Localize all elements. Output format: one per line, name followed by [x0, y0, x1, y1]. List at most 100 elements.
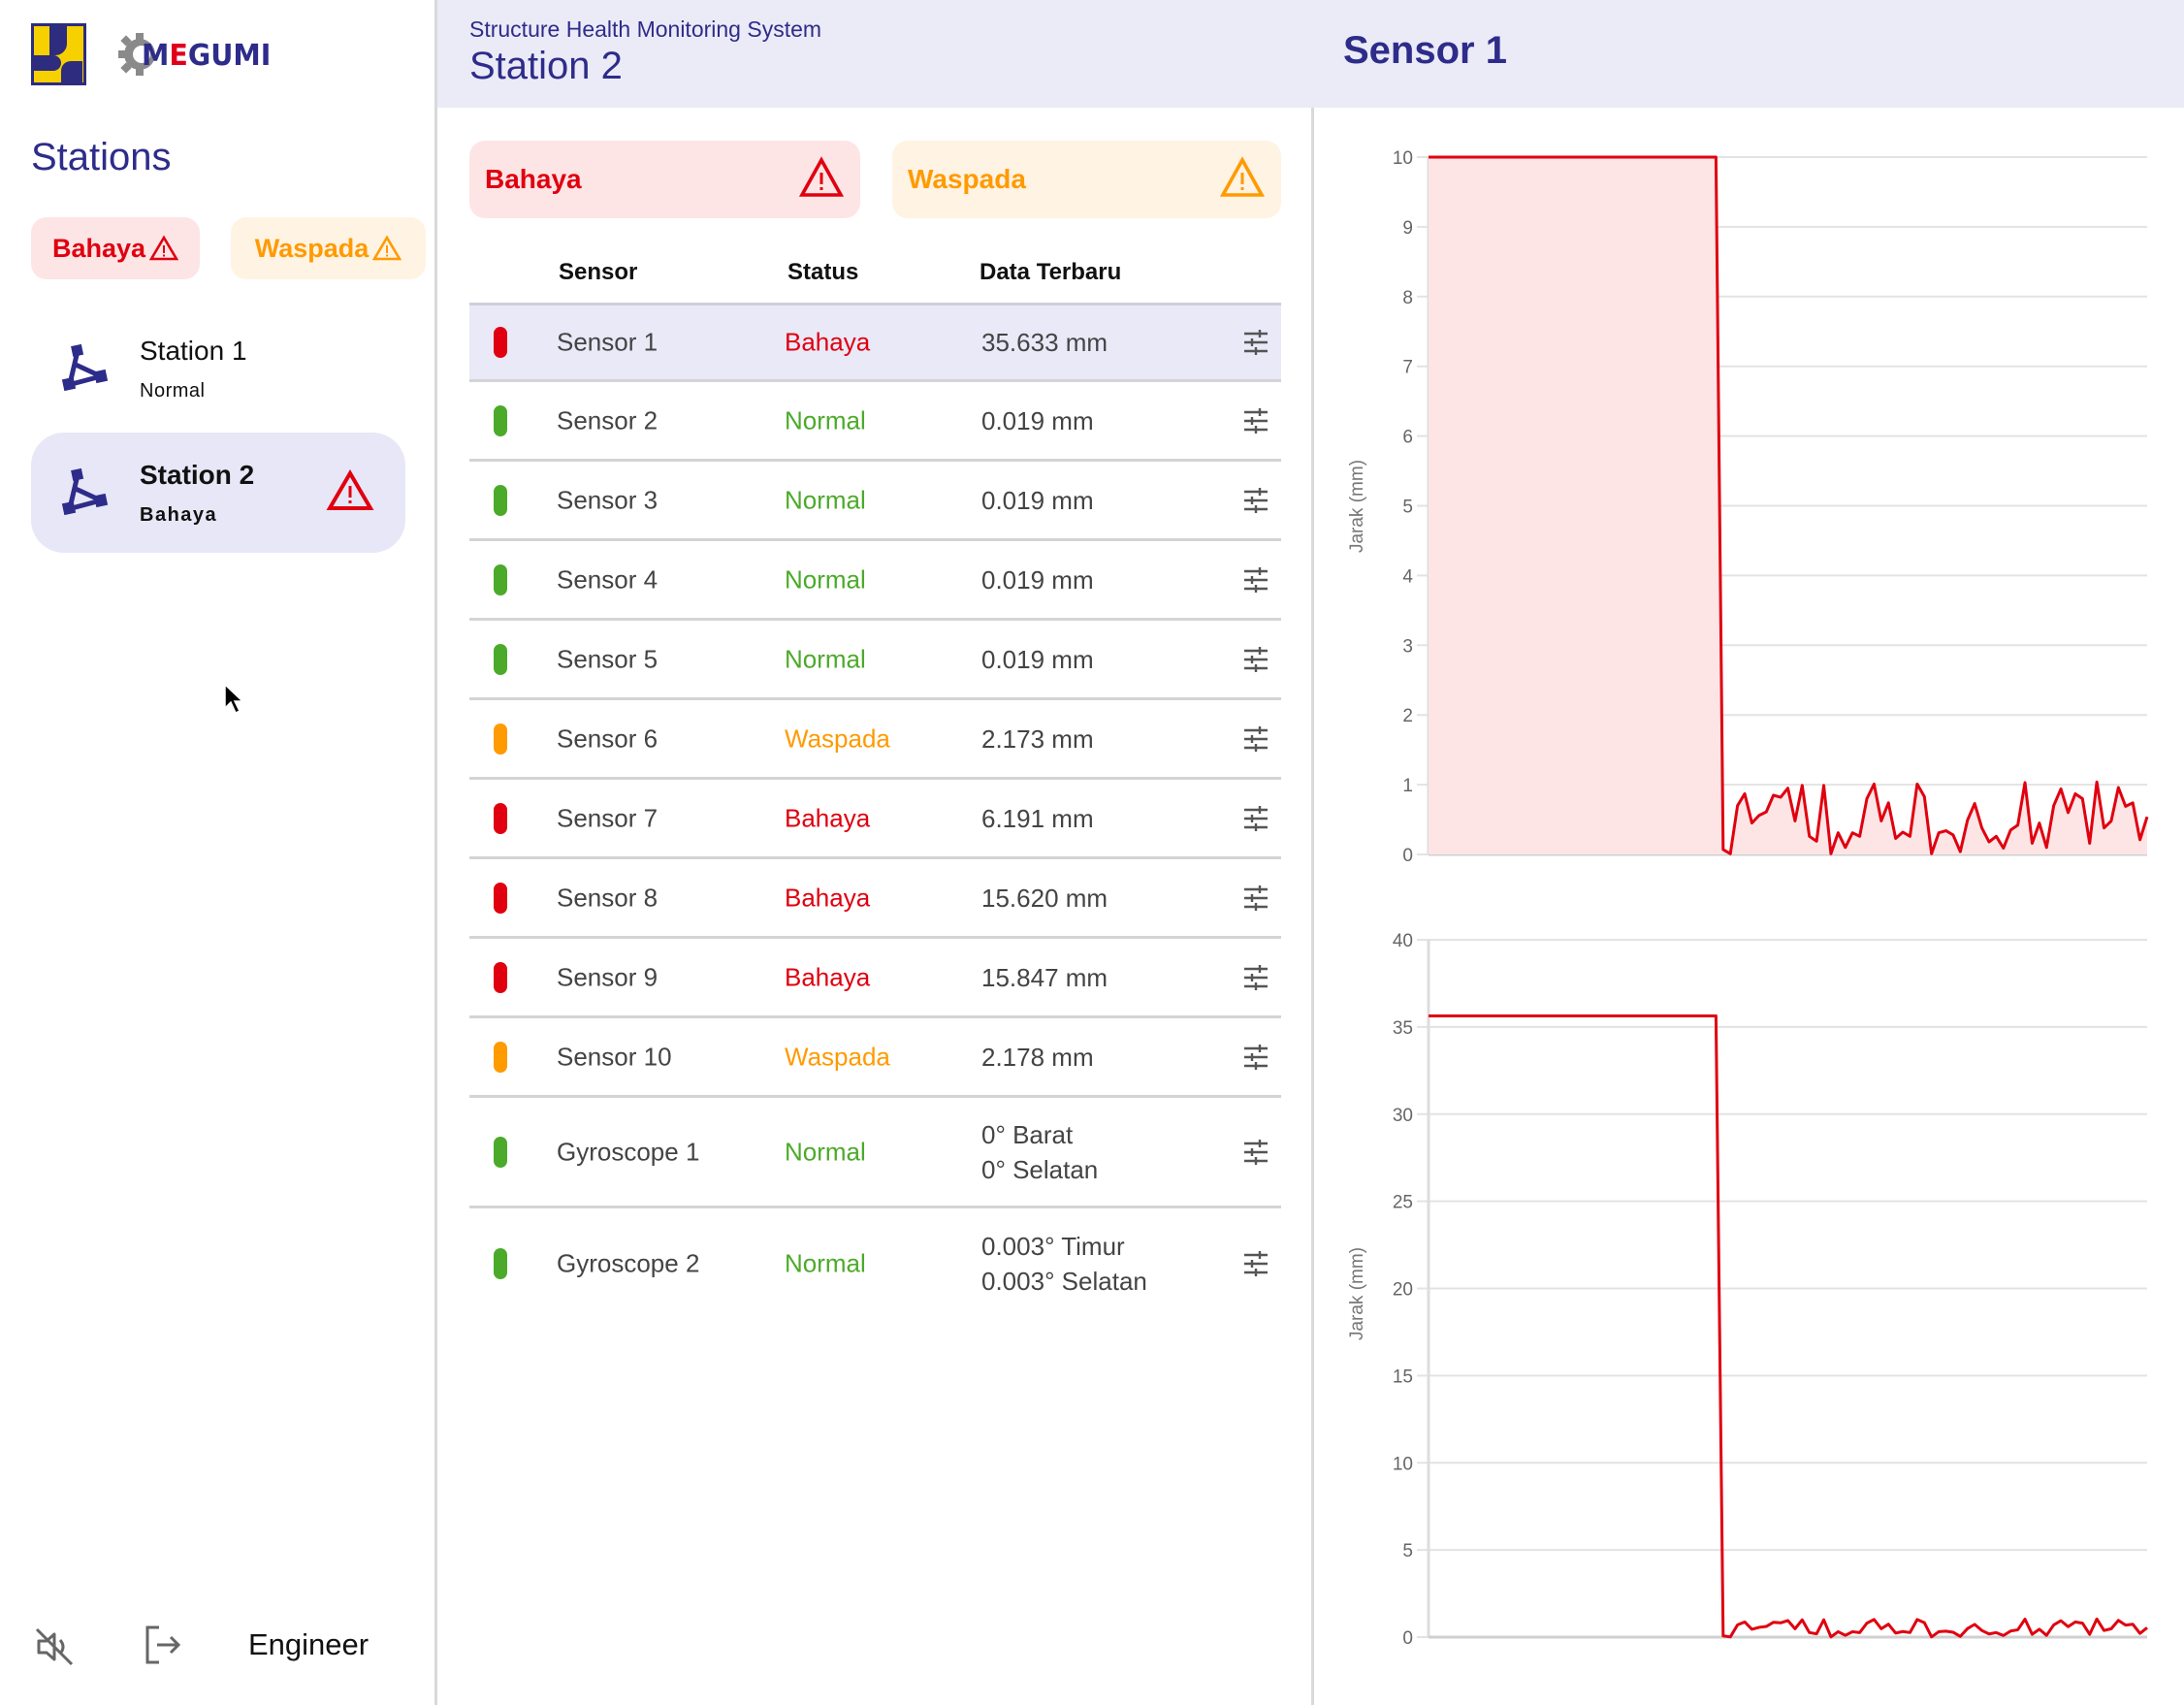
volume-off-icon[interactable] [33, 1625, 76, 1668]
warning-triangle-icon [372, 235, 402, 261]
tune-sliders-icon[interactable] [1242, 1139, 1269, 1165]
tune-sliders-icon[interactable] [1242, 566, 1269, 593]
table-row[interactable]: Sensor 1 Bahaya 35.633 mm [469, 303, 1281, 382]
data-line: 0° Selatan [981, 1154, 1099, 1184]
tune-sliders-icon[interactable] [1242, 725, 1269, 752]
station-name: Station 1 [140, 336, 247, 366]
alert-banner-bahaya[interactable]: Bahaya [469, 141, 860, 218]
status-indicator [494, 1248, 507, 1279]
tune-sliders-icon[interactable] [1242, 885, 1269, 911]
banner-label: Waspada [908, 164, 1026, 194]
latest-data-value: 2.178 mm [981, 1040, 1094, 1075]
latest-data-value: 0.019 mm [981, 403, 1094, 438]
sensor-table-body: Sensor 1 Bahaya 35.633 mm Sensor 2 Normal 0.0… [469, 303, 1281, 1319]
data-line: 0.019 mm [981, 405, 1094, 435]
tune-sliders-icon[interactable] [1242, 805, 1269, 831]
status-badge: Bahaya [785, 327, 871, 357]
latest-data-value: 0.019 mm [981, 642, 1094, 677]
y-tick-label: 30 [1393, 1106, 1413, 1126]
table-row[interactable]: Gyroscope 2 Normal 0.003° Timur 0.003° Sela… [469, 1208, 1281, 1319]
status-indicator [494, 1041, 507, 1073]
y-tick-label: 9 [1402, 218, 1413, 239]
sensor-chart-panel: 0 1 2 3 4 5 6 7 8 9 10 Jarak (mm) 0 5 10 15 20 25 30 35 40 Ja… [1314, 108, 2184, 1705]
station-name: Station 2 [140, 460, 255, 490]
status-indicator [494, 563, 507, 595]
sensor-name: Sensor 8 [557, 883, 658, 912]
status-badge: Waspada [785, 724, 890, 753]
warning-triangle-icon [149, 235, 179, 261]
filter-chip-bahaya[interactable]: Bahaya [31, 217, 200, 279]
data-line: 15.847 mm [981, 962, 1108, 992]
y-tick-label: 10 [1393, 1454, 1413, 1474]
logout-icon[interactable] [144, 1624, 184, 1666]
data-line: 2.178 mm [981, 1042, 1094, 1072]
tune-sliders-icon[interactable] [1242, 330, 1269, 355]
tune-sliders-icon[interactable] [1242, 1044, 1269, 1070]
table-row[interactable]: Gyroscope 1 Normal 0° Barat 0° Selatan [469, 1098, 1281, 1208]
brand-name: MEGUMI [142, 39, 272, 73]
page-title: Station 2 [469, 45, 623, 87]
table-row[interactable]: Sensor 3 Normal 0.019 mm [469, 462, 1281, 541]
y-tick-label: 25 [1393, 1193, 1413, 1213]
y-tick-label: 1 [1402, 776, 1413, 796]
tune-sliders-icon[interactable] [1242, 487, 1269, 513]
column-header-latest-data[interactable]: Data Terbaru [980, 259, 1121, 286]
y-tick-label: 6 [1402, 428, 1413, 448]
status-badge: Normal [785, 644, 866, 673]
sensor-name: Sensor 5 [557, 644, 658, 673]
table-row[interactable]: Sensor 9 Bahaya 15.847 mm [469, 939, 1281, 1018]
status-badge: Normal [785, 485, 866, 514]
status-indicator [494, 327, 507, 358]
series-line [1429, 1013, 2148, 1639]
status-indicator [494, 723, 507, 755]
table-row[interactable]: Sensor 8 Bahaya 15.620 mm [469, 859, 1281, 939]
sidebar: MEGUMI Stations Bahaya Waspada Station 1… [0, 0, 437, 1705]
chip-label: Bahaya [51, 233, 146, 263]
warning-triangle-icon [326, 469, 374, 510]
table-row[interactable]: Sensor 6 Waspada 2.173 mm [469, 700, 1281, 780]
tune-sliders-icon[interactable] [1242, 964, 1269, 990]
table-row[interactable]: Sensor 10 Waspada 2.178 mm [469, 1018, 1281, 1098]
y-tick-label: 8 [1402, 288, 1413, 308]
sensor-charts: 0 1 2 3 4 5 6 7 8 9 10 Jarak (mm) 0 5 10 15 20 25 30 35 40 Ja… [1347, 148, 2149, 1649]
table-row[interactable]: Sensor 4 Normal 0.019 mm [469, 541, 1281, 621]
sensor-name: Sensor 10 [557, 1042, 672, 1071]
table-row[interactable]: Sensor 7 Bahaya 6.191 mm [469, 780, 1281, 859]
table-row[interactable]: Sensor 5 Normal 0.019 mm [469, 621, 1281, 700]
tune-sliders-icon[interactable] [1242, 407, 1269, 434]
data-line: 0.003° Timur [981, 1232, 1125, 1261]
latest-data-value: 2.173 mm [981, 722, 1094, 756]
data-line: 0° Barat [981, 1119, 1074, 1149]
latest-data-value: 0.019 mm [981, 563, 1094, 597]
filter-chip-waspada[interactable]: Waspada [231, 217, 426, 279]
status-indicator [494, 484, 507, 516]
sensor-name: Sensor 3 [557, 485, 658, 514]
pu-logo [31, 23, 86, 85]
y-tick-label: 7 [1402, 358, 1413, 378]
sensor-name: Gyroscope 2 [557, 1248, 700, 1278]
y-tick-label: 0 [1402, 846, 1413, 866]
page-header: Structure Health Monitoring System Stati… [437, 0, 2184, 108]
tune-sliders-icon[interactable] [1242, 646, 1269, 672]
tune-sliders-icon[interactable] [1242, 1251, 1269, 1276]
alert-banner-waspada[interactable]: Waspada [892, 141, 1281, 218]
sensor-name: Sensor 9 [557, 962, 658, 991]
column-header-status[interactable]: Status [787, 259, 858, 286]
megumi-logo: MEGUMI [116, 29, 272, 80]
banner-label: Bahaya [485, 164, 582, 194]
status-badge: Bahaya [785, 962, 871, 991]
y-tick-label: 5 [1402, 498, 1413, 518]
sensor-name: Sensor 2 [557, 405, 658, 434]
station-item-2[interactable]: Station 2 Bahaya [31, 433, 405, 553]
status-badge: Normal [785, 1248, 866, 1278]
latest-data-value: 0° Barat 0° Selatan [981, 1117, 1098, 1187]
y-tick-label: 35 [1393, 1018, 1413, 1039]
column-header-sensor[interactable]: Sensor [559, 259, 637, 286]
y-axis-title: Jarak (mm) [1347, 1247, 1367, 1340]
user-role-label[interactable]: Engineer [248, 1627, 369, 1662]
latest-data-value: 15.847 mm [981, 960, 1108, 995]
y-tick-label: 40 [1393, 931, 1413, 951]
station-item-1[interactable]: Station 1 Normal [31, 308, 405, 429]
status-badge: Bahaya [785, 803, 871, 832]
table-row[interactable]: Sensor 2 Normal 0.019 mm [469, 382, 1281, 462]
